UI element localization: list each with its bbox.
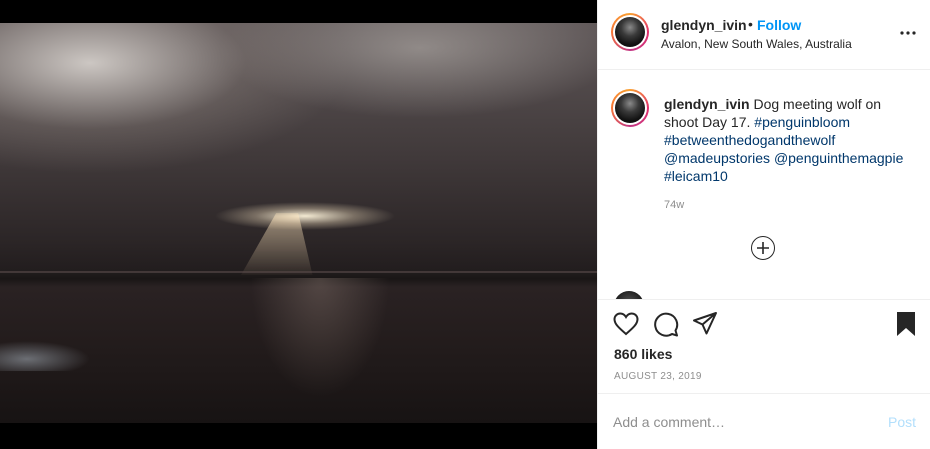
more-options-icon[interactable] <box>898 23 918 43</box>
water-reflection <box>250 278 390 398</box>
mention-link[interactable]: @penguinthemagpie <box>774 150 903 166</box>
heart-icon[interactable] <box>612 310 640 338</box>
avatar-image <box>615 17 645 47</box>
commenter-avatar[interactable] <box>614 291 644 299</box>
hashtag-link[interactable]: #penguinbloom <box>754 114 850 130</box>
paper-plane-icon[interactable] <box>691 310 719 338</box>
separator-dot: • <box>748 16 753 32</box>
post-header: glendyn_ivin • Follow Avalon, New South … <box>598 0 930 70</box>
post-photo[interactable] <box>0 23 597 423</box>
avatar-image <box>615 93 645 123</box>
mention-link[interactable]: @madeupstories <box>664 150 770 166</box>
caption-age: 74w <box>664 199 685 211</box>
post-side-panel: glendyn_ivin • Follow Avalon, New South … <box>597 0 930 449</box>
hashtag-link[interactable]: #betweenthedogandthewolf <box>664 132 835 148</box>
plus-circle-icon[interactable] <box>751 236 775 260</box>
caption-avatar[interactable] <box>611 89 649 127</box>
wave-foam <box>0 341 90 371</box>
instagram-post-view: glendyn_ivin • Follow Avalon, New South … <box>0 0 930 449</box>
bookmark-icon[interactable] <box>892 310 920 338</box>
comment-bar: Post <box>598 393 930 449</box>
author-username[interactable]: glendyn_ivin <box>661 17 747 33</box>
comments-area: glendyn_ivin Dog meeting wolf on shoot D… <box>598 71 930 299</box>
follow-button[interactable]: Follow <box>757 17 801 33</box>
post-media <box>0 0 597 449</box>
post-caption: glendyn_ivin Dog meeting wolf on shoot D… <box>664 95 909 185</box>
sun-rays <box>241 213 313 275</box>
post-location[interactable]: Avalon, New South Wales, Australia <box>661 37 852 51</box>
post-comment-button[interactable]: Post <box>888 414 916 430</box>
horizon-line <box>0 271 597 273</box>
caption-username[interactable]: glendyn_ivin <box>664 96 750 112</box>
comment-bubble-icon[interactable] <box>652 310 680 338</box>
hashtag-link[interactable]: #leicam10 <box>664 168 728 184</box>
author-avatar[interactable] <box>611 13 649 51</box>
post-date: AUGUST 23, 2019 <box>614 371 702 382</box>
likes-count[interactable]: 860 likes <box>614 346 672 362</box>
action-bar: 860 likes AUGUST 23, 2019 <box>598 299 930 393</box>
comment-input[interactable] <box>613 412 873 432</box>
